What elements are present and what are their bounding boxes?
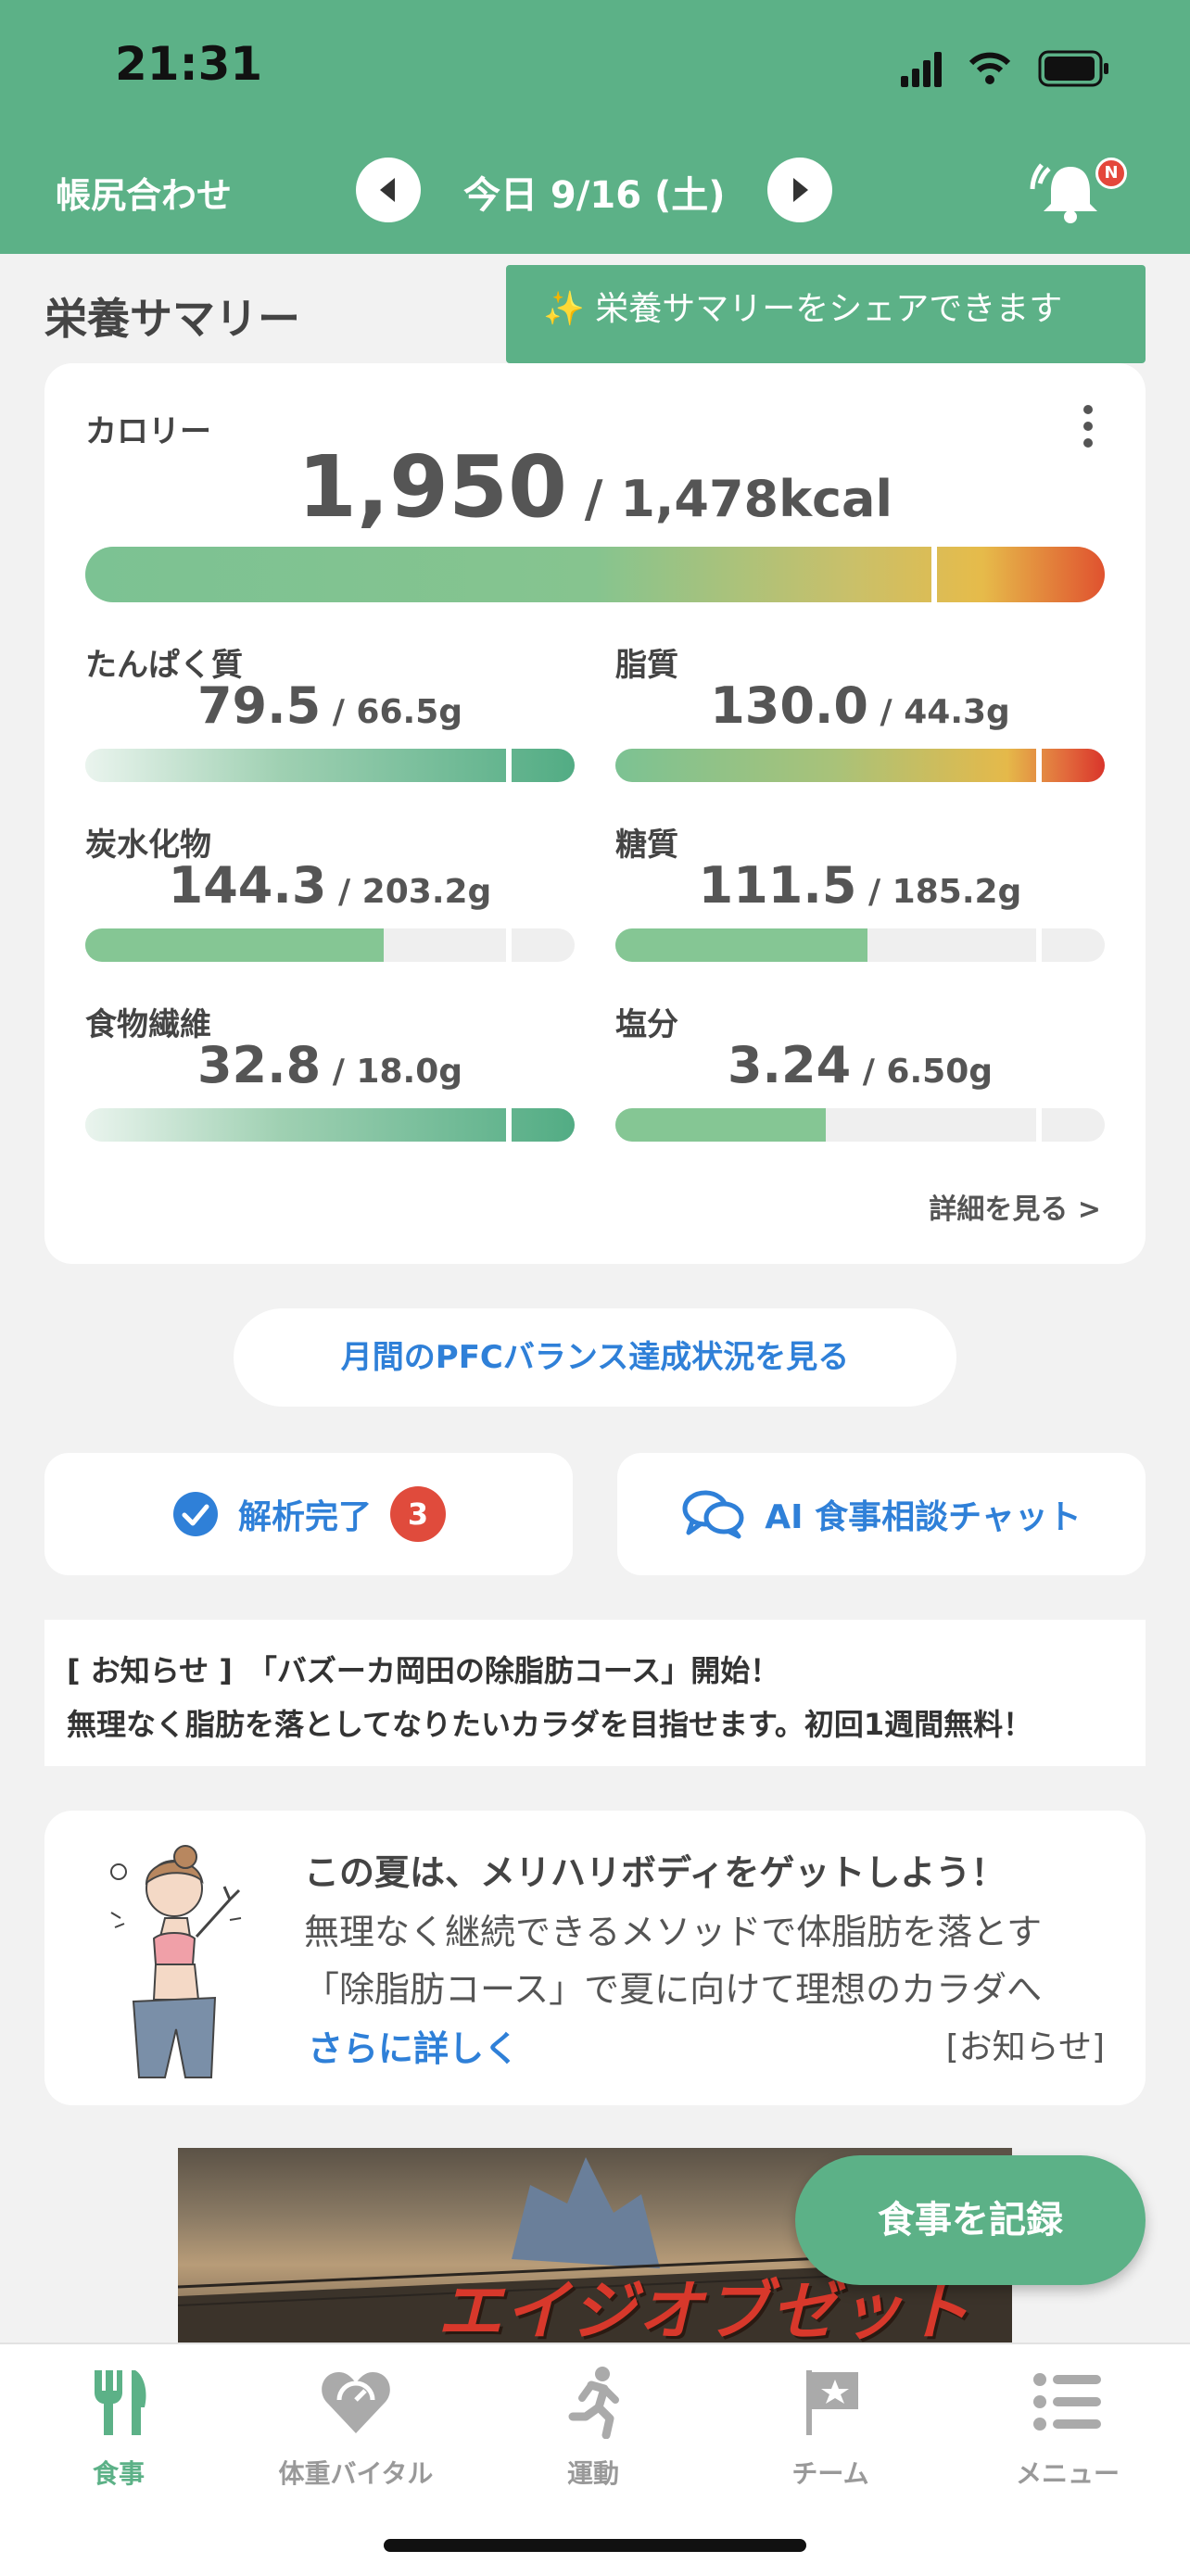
triangle-left-icon — [380, 178, 395, 202]
nutrient-progress-fill — [615, 928, 868, 962]
notice-line-1: [ お知らせ ] 「バズーカ岡田の除脂肪コース」開始！ — [67, 1653, 780, 1688]
nutrient-progress-bar — [85, 1108, 575, 1142]
status-icons — [899, 46, 1121, 93]
prev-day-button[interactable] — [356, 158, 421, 222]
notice-banner[interactable]: [ お知らせ ] 「バズーカ岡田の除脂肪コース」開始！ 無理なく脂肪を落としてな… — [44, 1620, 1146, 1766]
nutrient-target-mark — [506, 1108, 513, 1142]
promo-card[interactable]: この夏は、メリハリボディをゲットしよう！ 無理なく継続できるメソッドで体脂肪を落… — [44, 1811, 1146, 2105]
nutrient-target-mark — [1036, 749, 1043, 782]
calorie-target-mark — [931, 547, 937, 602]
promo-title: この夏は、メリハリボディをゲットしよう！ — [304, 1852, 1006, 1893]
calorie-progress-bar — [85, 547, 1105, 602]
nutrient-value-row: 130.0 / 44.3g — [615, 676, 1105, 735]
share-tooltip[interactable]: ✨ 栄養サマリーをシェアできます — [506, 265, 1146, 382]
nutrient-value: 111.5 — [698, 856, 857, 915]
nutrient-progress-bar — [85, 928, 575, 962]
nutrient-target: / 185.2g — [856, 873, 1022, 911]
analysis-complete-button[interactable]: 解析完了 3 — [44, 1453, 573, 1575]
nutrient-value: 130.0 — [710, 676, 868, 735]
nutrient-value: 144.3 — [168, 856, 327, 915]
analysis-count-badge: 3 — [390, 1486, 446, 1542]
nutrient-target: / 203.2g — [326, 873, 492, 911]
nutrient-progress-bar — [615, 928, 1105, 962]
nutrient-target-mark — [1036, 1108, 1043, 1142]
notification-badge: N — [1095, 158, 1127, 189]
nutrient-target: / 44.3g — [868, 693, 1010, 731]
chat-bubbles-icon — [682, 1490, 744, 1539]
promo-line-2: 「除脂肪コース」で夏に向けて理想のカラダへ — [304, 1969, 1043, 2010]
tab-team[interactable]: チーム — [712, 2344, 949, 2493]
promo-illustration — [100, 1835, 258, 2085]
fork-knife-icon — [95, 2370, 146, 2435]
triangle-right-icon — [793, 178, 808, 202]
heart-scale-icon — [322, 2372, 390, 2433]
tab-label: 運動 — [566, 2458, 619, 2489]
next-day-button[interactable] — [767, 158, 832, 222]
nutrient-value: 79.5 — [196, 676, 322, 735]
running-icon — [568, 2367, 619, 2439]
tab-weight-vital[interactable]: 体重バイタル — [237, 2344, 475, 2493]
status-time: 21:31 — [115, 37, 263, 91]
nutrient-progress-bar — [615, 749, 1105, 782]
nutrient-target: / 66.5g — [321, 693, 463, 731]
nutrient-value: 32.8 — [196, 1036, 322, 1094]
detail-link[interactable]: 詳細を見る > — [929, 1186, 1101, 1227]
nutrient-progress-fill — [85, 1108, 575, 1142]
nutrient-target-mark — [506, 928, 513, 962]
nutrient-value: 3.24 — [727, 1036, 852, 1094]
tab-label: チーム — [791, 2458, 869, 2489]
nutrition-summary-card: カロリー 1,950 / 1,478kcal たんぱく質 79.5 / 66.5g… — [44, 363, 1146, 1264]
nutrient-progress-fill — [615, 749, 1105, 782]
section-title: 栄養サマリー — [44, 294, 300, 344]
calorie-value: 1,950 — [297, 437, 567, 537]
calorie-target: / 1,478kcal — [567, 470, 892, 528]
promo-more-link[interactable]: さらに詳しく — [308, 2020, 519, 2071]
nutrient-value-row: 3.24 / 6.50g — [615, 1036, 1105, 1094]
ai-chat-label: AI 食事相談チャット — [765, 1498, 1082, 1536]
nutrient-value-row: 144.3 / 203.2g — [85, 856, 575, 915]
nutrient-target: / 18.0g — [321, 1053, 463, 1091]
tab-label: 食事 — [92, 2458, 145, 2489]
analysis-label: 解析完了 — [237, 1498, 372, 1536]
tab-label: 体重バイタル — [278, 2458, 434, 2489]
nutrient-value-row: 32.8 / 18.0g — [85, 1036, 575, 1094]
calorie-value-row: 1,950 / 1,478kcal — [44, 437, 1146, 537]
nutrient-progress-bar — [615, 1108, 1105, 1142]
promo-tag: [お知らせ] — [945, 2028, 1105, 2066]
nutrient-target-mark — [1036, 928, 1043, 962]
nutrient-progress-fill — [85, 928, 385, 962]
nutrient-value-row: 79.5 / 66.5g — [85, 676, 575, 735]
promo-line-1: 無理なく継続できるメソッドで体脂肪を落とす — [304, 1912, 1043, 1952]
nutrient-value-row: 111.5 / 185.2g — [615, 856, 1105, 915]
ai-chat-button[interactable]: AI 食事相談チャット — [617, 1453, 1146, 1575]
home-indicator — [384, 2539, 806, 2552]
check-circle-icon — [172, 1492, 218, 1536]
balance-adjust-link[interactable]: 帳尻合わせ — [56, 167, 232, 218]
nutrient-target: / 6.50g — [851, 1053, 994, 1091]
nutrient-progress-fill — [85, 749, 575, 782]
tab-exercise[interactable]: 運動 — [475, 2344, 712, 2493]
record-meal-button[interactable]: 食事を記録 — [795, 2155, 1146, 2285]
current-date: 今日 9/16 (土) — [463, 174, 726, 217]
nutrient-progress-bar — [85, 749, 575, 782]
notice-line-2: 無理なく脂肪を落としてなりたいカラダを目指せます。初回1週間無料！ — [67, 1707, 1033, 1742]
pfc-balance-button[interactable]: 月間のPFCバランス達成状況を見る — [234, 1308, 956, 1407]
nutrient-progress-fill — [615, 1108, 827, 1142]
tab-label: メニュー — [1015, 2458, 1120, 2489]
flag-icon — [806, 2370, 858, 2435]
tab-menu[interactable]: メニュー — [949, 2344, 1186, 2493]
calorie-progress-fill — [85, 547, 1105, 602]
nutrient-target-mark — [506, 749, 513, 782]
tab-meal[interactable]: 食事 — [0, 2344, 237, 2493]
app-header: 21:31 帳尻合わせ 今日 9/16 (土) N — [0, 0, 1190, 254]
menu-list-icon — [1033, 2373, 1101, 2431]
